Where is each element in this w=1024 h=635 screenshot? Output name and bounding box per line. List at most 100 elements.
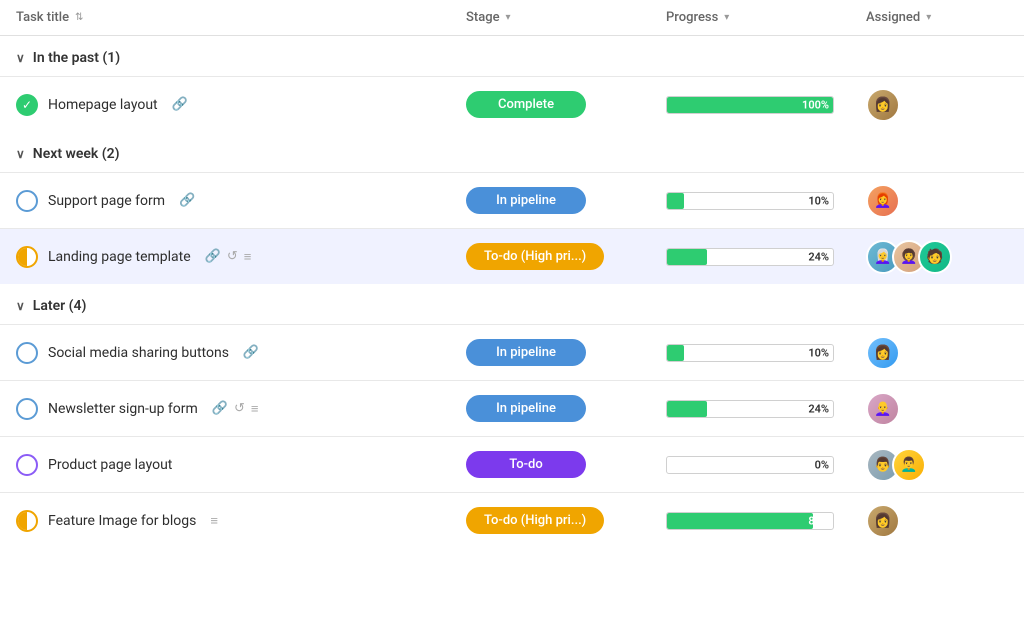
- progress-wrapper: 24%: [666, 400, 834, 418]
- group-label: Later (4): [33, 298, 87, 314]
- assigned-cell: 👩‍🦲: [850, 392, 1024, 426]
- link-icon: 🔗: [172, 97, 188, 112]
- avatar: 👨‍🦱: [892, 448, 926, 482]
- stage-cell: In pipeline: [450, 339, 650, 366]
- task-icon-wrapper: ✓: [16, 94, 38, 116]
- task-cell: Social media sharing buttons 🔗: [0, 332, 450, 374]
- stage-cell: To-do (High pri...): [450, 507, 650, 534]
- stage-badge[interactable]: To-do (High pri...): [466, 243, 604, 270]
- progress-label: 10%: [808, 194, 829, 207]
- stage-badge[interactable]: To-do (High pri...): [466, 507, 604, 534]
- task-icons-row: 🔗: [179, 193, 195, 208]
- task-status-icon: [16, 190, 38, 212]
- task-status-icon: [16, 342, 38, 364]
- task-icon-wrapper: [16, 190, 38, 212]
- avatar: 👩: [866, 336, 900, 370]
- table-row: ✓ Homepage layout 🔗 Complete 100% 👩: [0, 76, 1024, 132]
- progress-label: 88%: [808, 514, 829, 527]
- task-cell: Support page form 🔗: [0, 180, 450, 222]
- progress-wrapper: 10%: [666, 192, 834, 210]
- task-icon-wrapper: [16, 342, 38, 364]
- progress-label: 10%: [808, 346, 829, 359]
- avatar: 👩‍🦰: [866, 184, 900, 218]
- stage-badge[interactable]: To-do: [466, 451, 586, 478]
- progress-wrapper: 88%: [666, 512, 834, 530]
- progress-label: 24%: [808, 402, 829, 415]
- avatar-group: 👩: [866, 504, 900, 538]
- avatar-group: 👩‍🦲: [866, 392, 900, 426]
- th-progress[interactable]: Progress ▾: [650, 10, 850, 25]
- table-row: Landing page template 🔗↺≡ To-do (High pr…: [0, 228, 1024, 284]
- table-row: Newsletter sign-up form 🔗↺≡ In pipeline …: [0, 380, 1024, 436]
- stage-cell: To-do: [450, 451, 650, 478]
- task-name: Newsletter sign-up form: [48, 401, 198, 417]
- stage-badge[interactable]: In pipeline: [466, 187, 586, 214]
- group-label: Next week (2): [33, 146, 120, 162]
- progress-cell: 100%: [650, 96, 850, 114]
- avatar-group: 👩: [866, 88, 900, 122]
- progress-wrapper: 10%: [666, 344, 834, 362]
- th-task-title[interactable]: Task title ⇅: [0, 10, 450, 25]
- task-cell: Newsletter sign-up form 🔗↺≡: [0, 388, 450, 430]
- avatar-face: 👩: [868, 90, 898, 120]
- task-name: Support page form: [48, 193, 165, 209]
- table-header: Task title ⇅ Stage ▾ Progress ▾ Assigned…: [0, 0, 1024, 36]
- progress-bar: 100%: [666, 96, 834, 114]
- link-icon: 🔗: [212, 401, 228, 416]
- task-name: Landing page template: [48, 249, 191, 265]
- group-header-later[interactable]: ∨ Later (4): [0, 284, 1024, 324]
- group-label: In the past (1): [33, 50, 120, 66]
- th-assigned[interactable]: Assigned ▾: [850, 10, 1024, 25]
- chevron-icon: ∨: [16, 51, 25, 65]
- avatar-face: 👩: [868, 338, 898, 368]
- progress-fill: [667, 249, 707, 265]
- task-status-icon: [16, 246, 38, 268]
- group-header-next-week[interactable]: ∨ Next week (2): [0, 132, 1024, 172]
- table-row: Support page form 🔗 In pipeline 10% 👩‍🦰: [0, 172, 1024, 228]
- stage-badge[interactable]: Complete: [466, 91, 586, 118]
- chevron-icon: ∨: [16, 147, 25, 161]
- progress-wrapper: 0%: [666, 456, 834, 474]
- th-stage[interactable]: Stage ▾: [450, 10, 650, 25]
- avatar: 👩: [866, 504, 900, 538]
- progress-cell: 24%: [650, 400, 850, 418]
- avatar: 👩: [866, 88, 900, 122]
- task-table: Task title ⇅ Stage ▾ Progress ▾ Assigned…: [0, 0, 1024, 548]
- task-cell: Product page layout: [0, 444, 450, 486]
- link-icon: 🔗: [179, 193, 195, 208]
- link-icon: 🔗: [205, 249, 221, 264]
- avatar-face: 👩‍🦲: [868, 394, 898, 424]
- th-stage-label: Stage: [466, 10, 500, 25]
- avatar-group: 👩‍🦳 👩‍🦱 🧑: [866, 240, 952, 274]
- task-icons-row: 🔗↺≡: [212, 401, 259, 417]
- progress-fill: [667, 193, 684, 209]
- table-row: Product page layout To-do 0% 👨 👨‍🦱: [0, 436, 1024, 492]
- progress-cell: 10%: [650, 192, 850, 210]
- table-row: Social media sharing buttons 🔗 In pipeli…: [0, 324, 1024, 380]
- link-icon: 🔗: [243, 345, 259, 360]
- sort-icon-title: ⇅: [75, 12, 83, 23]
- progress-wrapper: 24%: [666, 248, 834, 266]
- assigned-cell: 👩: [850, 504, 1024, 538]
- sort-icon-assigned: ▾: [926, 12, 931, 23]
- sort-icon-progress: ▾: [724, 12, 729, 23]
- progress-bar: 10%: [666, 192, 834, 210]
- progress-cell: 88%: [650, 512, 850, 530]
- stage-cell: In pipeline: [450, 395, 650, 422]
- task-icons-row: ≡: [210, 513, 218, 529]
- group-header-in-the-past[interactable]: ∨ In the past (1): [0, 36, 1024, 76]
- progress-bar: 88%: [666, 512, 834, 530]
- stage-badge[interactable]: In pipeline: [466, 339, 586, 366]
- task-icon-wrapper: [16, 246, 38, 268]
- task-status-icon: [16, 454, 38, 476]
- stage-badge[interactable]: In pipeline: [466, 395, 586, 422]
- task-icon-wrapper: [16, 398, 38, 420]
- assigned-cell: 👩: [850, 336, 1024, 370]
- progress-label: 100%: [802, 98, 829, 111]
- progress-bar: 0%: [666, 456, 834, 474]
- stage-cell: Complete: [450, 91, 650, 118]
- stage-cell: In pipeline: [450, 187, 650, 214]
- task-name: Homepage layout: [48, 97, 158, 113]
- task-status-icon: [16, 510, 38, 532]
- task-icons-row: 🔗: [243, 345, 259, 360]
